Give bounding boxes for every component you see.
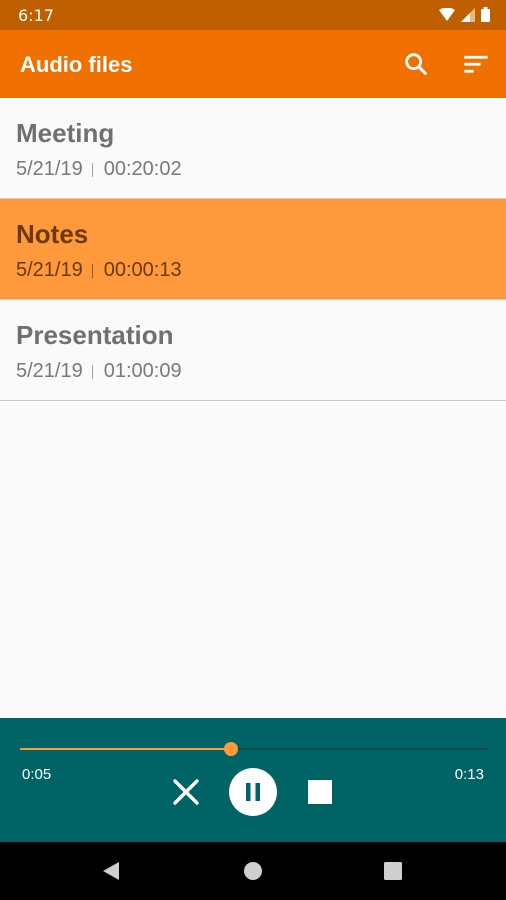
sort-icon[interactable] [462, 50, 490, 78]
list-item[interactable]: Notes 5/21/19 00:00:13 [0, 199, 506, 300]
recording-date: 5/21/19 [16, 259, 83, 281]
recording-title: Presentation [16, 320, 174, 350]
pause-button[interactable] [229, 768, 277, 816]
seek-bar[interactable] [20, 742, 488, 756]
seek-thumb[interactable] [223, 742, 238, 756]
battery-icon [481, 7, 490, 22]
list-item[interactable]: Presentation 5/21/19 01:00:09 [0, 300, 506, 401]
recording-meta: 5/21/19 00:00:13 [16, 259, 182, 282]
recordings-list: Meeting 5/21/19 00:20:02 Notes 5/21/19 0… [0, 98, 506, 401]
current-time: 0:05 [22, 766, 52, 783]
home-icon[interactable] [242, 860, 264, 882]
recording-title: Meeting [16, 118, 115, 148]
recording-meta: 5/21/19 00:20:02 [16, 158, 182, 181]
close-icon[interactable] [170, 776, 202, 808]
meta-divider [91, 162, 93, 177]
recording-duration: 00:00:13 [103, 259, 182, 281]
meta-divider [91, 364, 93, 379]
status-time: 6:17 [18, 6, 54, 25]
wifi-icon [439, 7, 455, 21]
audio-player: 0:05 0:13 [0, 718, 506, 842]
list-item[interactable]: Meeting 5/21/19 00:20:02 [0, 98, 506, 199]
app-bar: Audio files [0, 30, 506, 98]
page-title: Audio files [20, 52, 133, 77]
stop-icon[interactable] [308, 780, 332, 804]
search-icon[interactable] [402, 50, 430, 78]
seek-progress [20, 748, 231, 750]
back-icon[interactable] [100, 860, 122, 882]
recording-duration: 01:00:09 [103, 360, 182, 382]
total-time: 0:13 [454, 766, 484, 783]
system-nav-bar [0, 842, 506, 900]
recording-meta: 5/21/19 01:00:09 [16, 360, 182, 383]
recording-date: 5/21/19 [16, 360, 83, 382]
meta-divider [91, 263, 93, 278]
pause-icon [246, 783, 260, 801]
status-bar: 6:17 [0, 0, 506, 30]
recording-duration: 00:20:02 [103, 158, 182, 180]
signal-icon [461, 7, 475, 22]
status-icons [439, 7, 490, 22]
recording-title: Notes [16, 219, 89, 249]
recents-icon[interactable] [382, 860, 404, 882]
recording-date: 5/21/19 [16, 158, 83, 180]
